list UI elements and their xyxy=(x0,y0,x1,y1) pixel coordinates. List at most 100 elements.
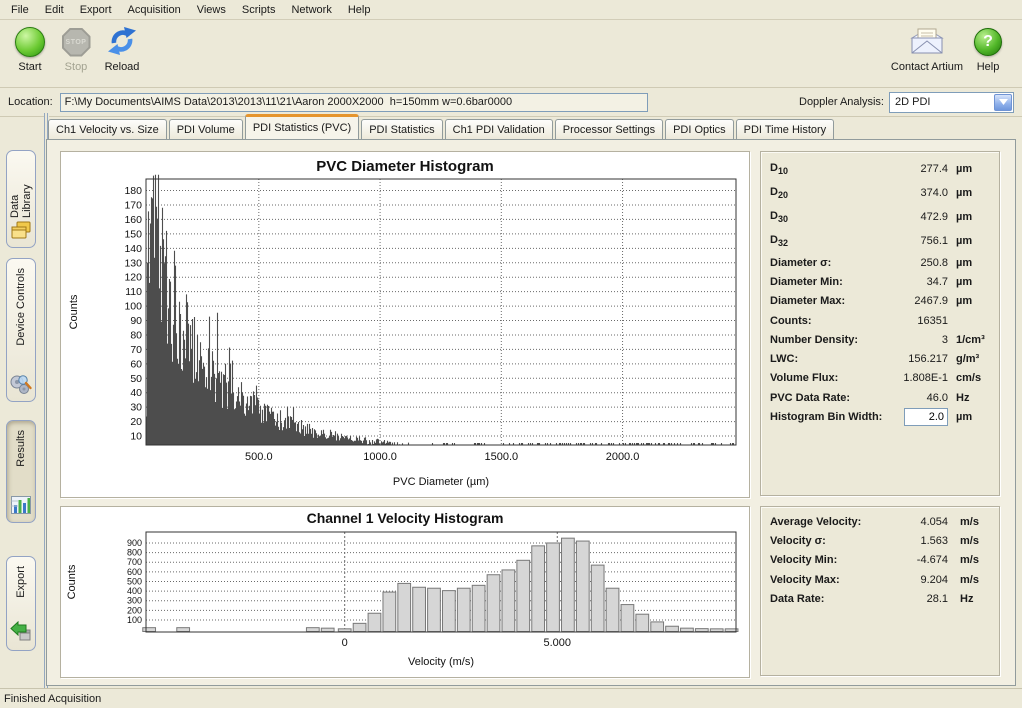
stat-row-lwc: LWC:156.217g/m³ xyxy=(761,349,999,368)
menu-item-network[interactable]: Network xyxy=(283,1,339,19)
pvc-statistics-panel: D10277.4µmD20374.0µmD30472.9µmD32756.1µm… xyxy=(760,151,1000,496)
stat-unit: m/s xyxy=(948,554,990,566)
menu-item-export[interactable]: Export xyxy=(72,1,120,19)
start-button[interactable]: Start xyxy=(8,23,52,73)
stat-row-d10: D10277.4µm xyxy=(761,157,999,181)
stat-unit: cm/s xyxy=(948,372,990,384)
sidebar-item-label: Export xyxy=(15,566,27,598)
stat-row-pvc-data-rate: PVC Data Rate:46.0Hz xyxy=(761,388,999,407)
tab-processor-settings[interactable]: Processor Settings xyxy=(555,119,663,139)
reload-button[interactable]: Reload xyxy=(100,23,144,73)
svg-text:Counts: Counts xyxy=(68,294,80,329)
tab-pdi-time-history[interactable]: PDI Time History xyxy=(736,119,835,139)
svg-text:20: 20 xyxy=(130,416,142,428)
reload-button-label: Reload xyxy=(100,61,144,73)
stat-row-diameter: Diameter σ:250.8µm xyxy=(761,253,999,272)
stat-unit: Hz xyxy=(948,593,990,605)
chevron-down-icon[interactable] xyxy=(994,94,1012,111)
stat-row-data-rate: Data Rate:28.1Hz xyxy=(761,589,999,608)
stat-unit: Hz xyxy=(948,392,990,404)
svg-text:120: 120 xyxy=(124,272,142,284)
stat-unit: µm xyxy=(948,276,990,288)
tab-pdi-volume[interactable]: PDI Volume xyxy=(169,119,243,139)
svg-text:600: 600 xyxy=(127,567,142,577)
stat-row-histogram-bin-width: Histogram Bin Width:µm xyxy=(761,407,999,426)
stat-row-counts: Counts:16351 xyxy=(761,311,999,330)
svg-text:50: 50 xyxy=(130,373,142,385)
tab-strip: Ch1 Velocity vs. SizePDI VolumePDI Stati… xyxy=(46,113,1016,139)
svg-text:60: 60 xyxy=(130,358,142,370)
svg-text:PVC Diameter (µm): PVC Diameter (µm) xyxy=(393,476,489,488)
stat-row-velocity: Velocity σ:1.563m/s xyxy=(761,531,999,550)
svg-text:140: 140 xyxy=(124,243,142,255)
svg-text:Counts: Counts xyxy=(66,564,78,599)
reload-icon xyxy=(106,25,138,60)
svg-text:200: 200 xyxy=(127,605,142,615)
svg-text:400: 400 xyxy=(127,586,142,596)
sidebar-item-results[interactable]: Results xyxy=(6,420,36,523)
svg-text:170: 170 xyxy=(124,199,142,211)
toolbar: Start STOP Stop Reload xyxy=(0,20,1022,88)
stat-value: 472.9 xyxy=(890,211,948,223)
menu-item-edit[interactable]: Edit xyxy=(37,1,72,19)
location-input[interactable] xyxy=(60,93,648,112)
svg-text:Velocity (m/s): Velocity (m/s) xyxy=(408,656,474,668)
stat-label: D10 xyxy=(770,162,890,176)
menu-item-scripts[interactable]: Scripts xyxy=(234,1,284,19)
stat-label: PVC Data Rate: xyxy=(770,392,890,404)
sidebar-item-label: Results xyxy=(15,430,27,467)
svg-text:150: 150 xyxy=(124,228,142,240)
doppler-analysis-select[interactable]: 2D PDI xyxy=(889,92,1014,113)
sidebar-item-label: Data Library xyxy=(9,160,33,218)
menu-item-help[interactable]: Help xyxy=(340,1,379,19)
tab-pdi-statistics[interactable]: PDI Statistics xyxy=(361,119,442,139)
stat-label: Data Rate: xyxy=(770,593,902,605)
stat-row-d30: D30472.9µm xyxy=(761,205,999,229)
svg-text:800: 800 xyxy=(127,548,142,558)
stat-label: Volume Flux: xyxy=(770,372,890,384)
stat-unit: g/m³ xyxy=(948,353,990,365)
stat-unit: µm xyxy=(948,411,990,423)
doppler-analysis-value: 2D PDI xyxy=(895,96,930,108)
menu-item-acquisition[interactable]: Acquisition xyxy=(120,1,189,19)
tab-ch1-pdi-validation[interactable]: Ch1 PDI Validation xyxy=(445,119,553,139)
location-label: Location: xyxy=(8,96,53,108)
menu-item-views[interactable]: Views xyxy=(189,1,234,19)
stat-value: -4.674 xyxy=(902,554,948,566)
menu-bar: FileEditExportAcquisitionViewsScriptsNet… xyxy=(0,0,1022,20)
sidebar-item-device-controls[interactable]: Device Controls xyxy=(6,258,36,402)
velocity-chart-title: Channel 1 Velocity Histogram xyxy=(61,510,749,526)
histogram-bin-width-input[interactable] xyxy=(904,408,948,426)
help-button[interactable]: ? Help xyxy=(966,23,1010,73)
svg-text:300: 300 xyxy=(127,596,142,606)
tab-pdi-optics[interactable]: PDI Optics xyxy=(665,119,734,139)
start-icon xyxy=(15,27,45,57)
velocity-statistics-panel: Average Velocity:4.054m/sVelocity σ:1.56… xyxy=(760,506,1000,676)
sidebar: Data Library Device Controls Results Export xyxy=(0,113,44,689)
stat-row-diameter-max: Diameter Max:2467.9µm xyxy=(761,292,999,311)
pvc-diameter-histogram-chart: 1020304050607080901001101201301401501601… xyxy=(61,152,749,497)
stop-button: STOP Stop xyxy=(54,23,98,73)
contact-artium-button[interactable]: Contact Artium xyxy=(890,23,964,73)
tab-ch1-velocity-vs-size[interactable]: Ch1 Velocity vs. Size xyxy=(48,119,167,139)
stat-label: Average Velocity: xyxy=(770,516,902,528)
svg-text:90: 90 xyxy=(130,315,142,327)
stat-value: 1.563 xyxy=(902,535,948,547)
stat-value: 3 xyxy=(890,334,948,346)
stat-value: 9.204 xyxy=(902,574,948,586)
stat-unit: µm xyxy=(948,187,990,199)
stat-row-average-velocity: Average Velocity:4.054m/s xyxy=(761,512,999,531)
help-icon: ? xyxy=(974,28,1002,56)
stat-label: Velocity Min: xyxy=(770,554,902,566)
stat-value: 277.4 xyxy=(890,163,948,175)
sidebar-item-export[interactable]: Export xyxy=(6,556,36,651)
svg-text:10: 10 xyxy=(130,431,142,443)
stat-unit: µm xyxy=(948,235,990,247)
sidebar-item-data-library[interactable]: Data Library xyxy=(6,150,36,248)
gears-search-icon xyxy=(9,372,33,396)
status-bar: Finished Acquisition xyxy=(0,688,1022,708)
stat-value: 250.8 xyxy=(890,257,948,269)
svg-text:40: 40 xyxy=(130,387,142,399)
menu-item-file[interactable]: File xyxy=(3,1,37,19)
tab-pdi-statistics-pvc[interactable]: PDI Statistics (PVC) xyxy=(245,114,359,139)
